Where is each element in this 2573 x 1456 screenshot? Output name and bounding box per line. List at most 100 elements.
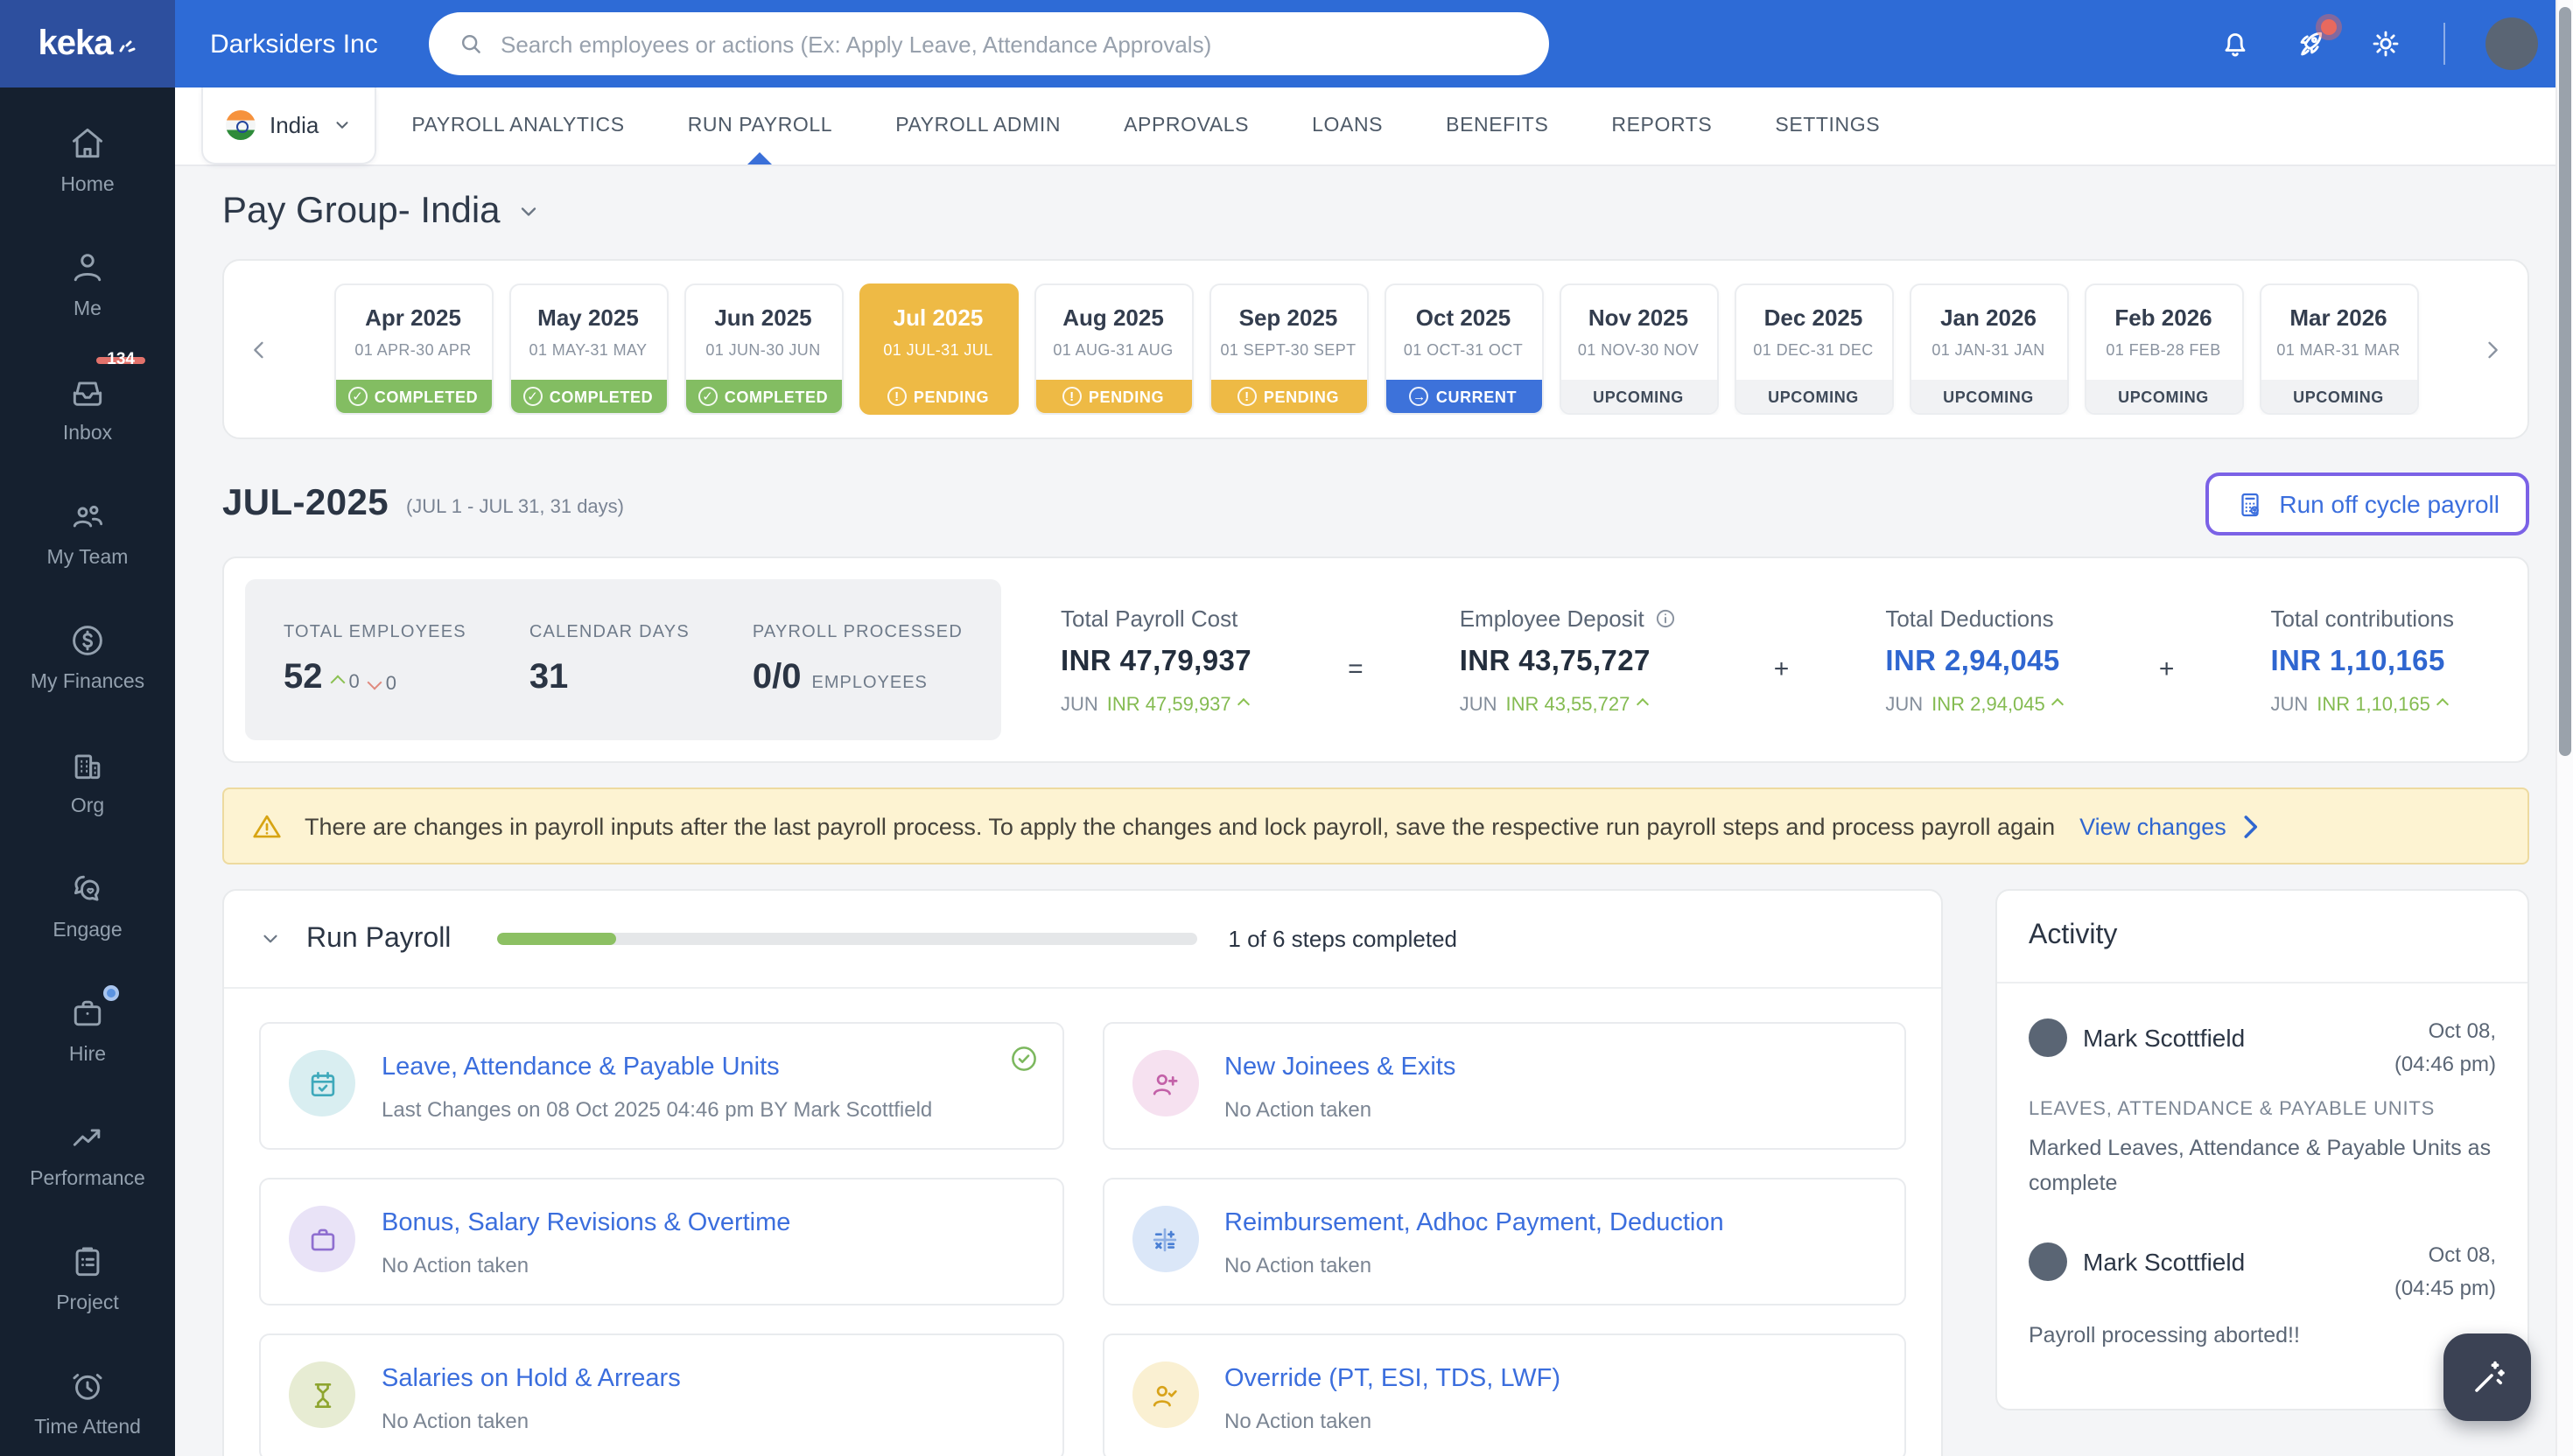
check-icon: ✓ (523, 387, 543, 406)
month-card-may-2025[interactable]: May 2025 01 MAY-31 MAY ✓COMPLETED (508, 284, 668, 415)
sidebar-item-label: Performance (30, 1169, 145, 1190)
month-card-mar-2026[interactable]: Mar 2026 01 MAR-31 MAR UPCOMING (2259, 284, 2418, 415)
total-payroll-cost-label: Total Payroll Cost (1061, 605, 1251, 631)
month-status-pending: !PENDING (1210, 380, 1366, 413)
total-employees-value: 52 (284, 657, 323, 697)
tab-payroll-admin[interactable]: PAYROLL ADMIN (895, 88, 1061, 164)
month-name: Apr 2025 (335, 304, 491, 331)
activity-description: Payroll processing aborted!! (2029, 1319, 2496, 1353)
equals-operator: = (1348, 605, 1364, 683)
view-changes-link[interactable]: View changes (2079, 809, 2267, 843)
keka-logo[interactable]: keka (0, 0, 175, 88)
total-payroll-cost-value: INR 47,79,937 (1061, 645, 1251, 678)
india-flag-icon (226, 110, 256, 140)
step-salaries-on-hold-arrears[interactable]: Salaries on Hold & Arrears No Action tak… (259, 1334, 1063, 1456)
month-status-upcoming: UPCOMING (2261, 380, 2416, 413)
check-icon: ✓ (698, 387, 718, 406)
settings-gear-icon[interactable] (2368, 26, 2403, 61)
tab-loans[interactable]: LOANS (1312, 88, 1383, 164)
total-contributions-prev[interactable]: JUNINR 1,10,165 (2270, 694, 2454, 715)
header-divider (2443, 23, 2445, 65)
month-name: Aug 2025 (1035, 304, 1191, 331)
month-card-jan-2026[interactable]: Jan 2026 01 JAN-31 JAN UPCOMING (1909, 284, 2068, 415)
month-status-completed: ✓COMPLETED (685, 380, 841, 413)
step-title: Reimbursement, Adhoc Payment, Deduction (1224, 1209, 1724, 1237)
total-payroll-cost-prev[interactable]: JUNINR 47,59,937 (1061, 694, 1251, 715)
step-leave-attendance-payable-units[interactable]: Leave, Attendance & Payable Units Last C… (259, 1022, 1063, 1150)
search-input[interactable] (501, 31, 1521, 57)
sidebar-item-me[interactable]: Me (0, 222, 175, 346)
notifications-bell-icon[interactable] (2218, 26, 2253, 61)
progress-bar-fill (496, 933, 615, 945)
step-subtitle: No Action taken (1224, 1097, 1455, 1122)
tab-settings[interactable]: SETTINGS (1775, 88, 1880, 164)
month-card-aug-2025[interactable]: Aug 2025 01 AUG-31 AUG !PENDING (1034, 284, 1193, 415)
tab-run-payroll[interactable]: RUN PAYROLL (688, 88, 833, 164)
step-reimbursement-adhoc-payment-deduction[interactable]: Reimbursement, Adhoc Payment, Deduction … (1102, 1178, 1906, 1306)
assistant-wand-button[interactable] (2443, 1334, 2531, 1421)
total-deductions-value[interactable]: INR 2,94,045 (1885, 645, 2062, 678)
month-card-nov-2025[interactable]: Nov 2025 01 NOV-30 NOV UPCOMING (1559, 284, 1718, 415)
total-deductions-label: Total Deductions (1885, 605, 2062, 631)
scrollbar-track[interactable] (2555, 0, 2573, 1456)
step-subtitle: No Action taken (382, 1409, 681, 1433)
month-card-feb-2026[interactable]: Feb 2026 01 FEB-28 FEB UPCOMING (2084, 284, 2243, 415)
sidebar-item-home[interactable]: Home (0, 98, 175, 222)
chevron-down-icon (333, 116, 352, 135)
user-avatar[interactable] (2485, 18, 2538, 70)
month-range: 01 NOV-30 NOV (1560, 341, 1716, 359)
scrollbar-thumb[interactable] (2559, 7, 2571, 756)
tab-reports[interactable]: REPORTS (1611, 88, 1712, 164)
month-card-sep-2025[interactable]: Sep 2025 01 SEPT-30 SEPT !PENDING (1209, 284, 1368, 415)
chevron-down-icon[interactable] (516, 200, 541, 224)
tab-payroll-analytics[interactable]: PAYROLL ANALYTICS (411, 88, 624, 164)
sidebar-item-inbox[interactable]: 134 Inbox (0, 346, 175, 471)
country-selector[interactable]: India (201, 88, 376, 164)
sidebar-item-my-team[interactable]: My Team (0, 471, 175, 595)
calculator-icon (2235, 489, 2265, 519)
collapse-chevron-icon[interactable] (259, 928, 282, 950)
carousel-prev-icon[interactable] (238, 337, 280, 361)
tab-benefits[interactable]: BENEFITS (1446, 88, 1548, 164)
sidebar-item-org[interactable]: Org (0, 719, 175, 844)
info-icon[interactable] (1655, 606, 1678, 629)
rocket-notification-dot (2321, 19, 2337, 35)
total-contributions-value[interactable]: INR 1,10,165 (2270, 645, 2454, 678)
month-card-apr-2025[interactable]: Apr 2025 01 APR-30 APR ✓COMPLETED (333, 284, 493, 415)
month-card-jul-2025-selected[interactable]: Jul 2025 01 JUL-31 JUL !PENDING (859, 284, 1018, 415)
activity-item: Mark Scottfield Oct 08, (04:46 pm) LEAVE… (2029, 1015, 2496, 1200)
step-bonus-salary-revisions-overtime[interactable]: Bonus, Salary Revisions & Overtime No Ac… (259, 1178, 1063, 1306)
sidebar-item-hire[interactable]: Hire (0, 968, 175, 1092)
global-search[interactable] (429, 12, 1549, 75)
employee-deposit-prev[interactable]: JUNINR 43,55,727 (1460, 694, 1678, 715)
employee-deposit: Employee Deposit INR 43,75,727 JUNINR 43… (1460, 605, 1678, 715)
tab-approvals[interactable]: APPROVALS (1124, 88, 1249, 164)
activity-panel: Activity Mark Scottfield Oct 08, (04:46 … (1995, 889, 2529, 1410)
sidebar-item-engage[interactable]: Engage (0, 844, 175, 968)
employees-down-delta: 0 (370, 674, 396, 695)
step-new-joinees-exits[interactable]: New Joinees & Exits No Action taken (1102, 1022, 1906, 1150)
sidebar-item-label: My Finances (31, 672, 144, 693)
month-card-dec-2025[interactable]: Dec 2025 01 DEC-31 DEC UPCOMING (1734, 284, 1893, 415)
sidebar-item-project[interactable]: Project (0, 1216, 175, 1340)
avatar (2029, 1018, 2067, 1057)
total-deductions-prev[interactable]: JUNINR 2,94,045 (1885, 694, 2062, 715)
carousel-next-icon[interactable] (2471, 337, 2513, 361)
activity-timestamp: Oct 08, (04:46 pm) (2394, 1015, 2496, 1082)
activity-timestamp: Oct 08, (04:45 pm) (2394, 1239, 2496, 1306)
month-card-jun-2025[interactable]: Jun 2025 01 JUN-30 JUN ✓COMPLETED (684, 284, 843, 415)
whats-new-rocket-icon[interactable] (2293, 26, 2328, 61)
sidebar-item-performance[interactable]: Performance (0, 1092, 175, 1216)
magic-wand-icon (2466, 1356, 2508, 1398)
briefcase-icon (289, 1206, 355, 1272)
month-status-upcoming: UPCOMING (1910, 380, 2066, 413)
arrow-right-icon: → (1410, 387, 1429, 406)
sidebar-item-my-finances[interactable]: My Finances (0, 595, 175, 719)
month-card-oct-2025[interactable]: Oct 2025 01 OCT-31 OCT →CURRENT (1384, 284, 1543, 415)
month-range: 01 AUG-31 AUG (1035, 341, 1191, 359)
sidebar-item-time-attend[interactable]: Time Attend (0, 1340, 175, 1456)
run-off-cycle-payroll-button[interactable]: Run off cycle payroll (2205, 472, 2529, 536)
payroll-nav-bar: India PAYROLL ANALYTICS RUN PAYROLL PAYR… (175, 88, 2573, 166)
month-range: 01 APR-30 APR (335, 341, 491, 359)
step-override-pt-esi-tds-lwf[interactable]: Override (PT, ESI, TDS, LWF) No Action t… (1102, 1334, 1906, 1456)
